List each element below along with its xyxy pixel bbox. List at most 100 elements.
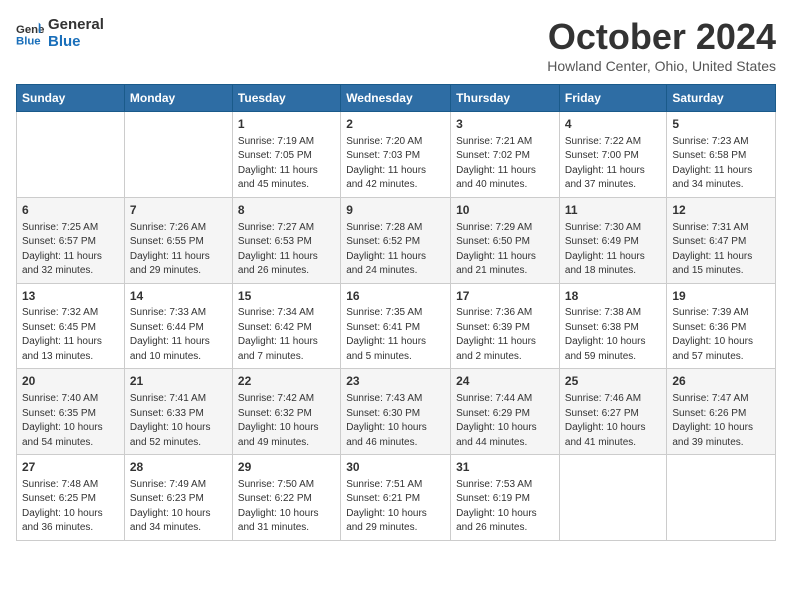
logo-general: General (48, 16, 104, 33)
col-header-friday: Friday (559, 85, 666, 112)
day-number: 28 (130, 459, 227, 476)
title-area: October 2024 Howland Center, Ohio, Unite… (547, 16, 776, 74)
day-number: 16 (346, 288, 445, 305)
cell-content: Sunrise: 7:53 AM Sunset: 6:19 PM Dayligh… (456, 478, 554, 536)
col-header-saturday: Saturday (667, 85, 776, 112)
cell-content: Sunrise: 7:51 AM Sunset: 6:21 PM Dayligh… (346, 478, 445, 536)
day-number: 8 (238, 202, 335, 219)
cell-content: Sunrise: 7:20 AM Sunset: 7:03 PM Dayligh… (346, 135, 445, 193)
day-number: 30 (346, 459, 445, 476)
cell-content: Sunrise: 7:49 AM Sunset: 6:23 PM Dayligh… (130, 478, 227, 536)
col-header-monday: Monday (124, 85, 232, 112)
calendar-cell: 2 Sunrise: 7:20 AM Sunset: 7:03 PM Daylig… (341, 112, 451, 198)
calendar-cell (667, 455, 776, 541)
cell-content: Sunrise: 7:27 AM Sunset: 6:53 PM Dayligh… (238, 221, 335, 279)
calendar-cell (17, 112, 125, 198)
calendar-cell: 26Sunrise: 7:47 AM Sunset: 6:26 PM Dayli… (667, 369, 776, 455)
calendar-cell: 19Sunrise: 7:39 AM Sunset: 6:36 PM Dayli… (667, 283, 776, 369)
calendar-cell: 24Sunrise: 7:44 AM Sunset: 6:29 PM Dayli… (451, 369, 560, 455)
cell-content: Sunrise: 7:34 AM Sunset: 6:42 PM Dayligh… (238, 306, 335, 364)
location-title: Howland Center, Ohio, United States (547, 58, 776, 74)
day-number: 18 (565, 288, 661, 305)
calendar-week-5: 27 Sunrise: 7:48 AM Sunset: 6:25 PM Dayli… (17, 455, 776, 541)
day-number: 1 (238, 116, 335, 133)
logo: General Blue General Blue (16, 16, 104, 50)
cell-content: Sunrise: 7:29 AM Sunset: 6:50 PM Dayligh… (456, 221, 554, 279)
calendar-week-2: 6 Sunrise: 7:25 AM Sunset: 6:57 PM Daylig… (17, 197, 776, 283)
cell-content: Sunrise: 7:35 AM Sunset: 6:41 PM Dayligh… (346, 306, 445, 364)
calendar-header-row: SundayMondayTuesdayWednesdayThursdayFrid… (17, 85, 776, 112)
cell-content: Sunrise: 7:23 AM Sunset: 6:58 PM Dayligh… (672, 135, 770, 193)
calendar-cell (124, 112, 232, 198)
day-number: 2 (346, 116, 445, 133)
calendar-cell: 23 Sunrise: 7:43 AM Sunset: 6:30 PM Dayli… (341, 369, 451, 455)
calendar-cell (559, 455, 666, 541)
cell-content: Sunrise: 7:43 AM Sunset: 6:30 PM Dayligh… (346, 392, 445, 450)
calendar-cell: 15Sunrise: 7:34 AM Sunset: 6:42 PM Dayli… (232, 283, 340, 369)
calendar-cell: 10 Sunrise: 7:29 AM Sunset: 6:50 PM Dayli… (451, 197, 560, 283)
cell-content: Sunrise: 7:41 AM Sunset: 6:33 PM Dayligh… (130, 392, 227, 450)
calendar-week-4: 20 Sunrise: 7:40 AM Sunset: 6:35 PM Dayli… (17, 369, 776, 455)
month-title: October 2024 (547, 16, 776, 58)
calendar-cell: 5 Sunrise: 7:23 AM Sunset: 6:58 PM Daylig… (667, 112, 776, 198)
col-header-sunday: Sunday (17, 85, 125, 112)
calendar-cell: 3Sunrise: 7:21 AM Sunset: 7:02 PM Daylig… (451, 112, 560, 198)
cell-content: Sunrise: 7:36 AM Sunset: 6:39 PM Dayligh… (456, 306, 554, 364)
cell-content: Sunrise: 7:40 AM Sunset: 6:35 PM Dayligh… (22, 392, 119, 450)
calendar-cell: 22Sunrise: 7:42 AM Sunset: 6:32 PM Dayli… (232, 369, 340, 455)
day-number: 10 (456, 202, 554, 219)
cell-content: Sunrise: 7:22 AM Sunset: 7:00 PM Dayligh… (565, 135, 661, 193)
cell-content: Sunrise: 7:26 AM Sunset: 6:55 PM Dayligh… (130, 221, 227, 279)
cell-content: Sunrise: 7:32 AM Sunset: 6:45 PM Dayligh… (22, 306, 119, 364)
calendar-week-3: 13Sunrise: 7:32 AM Sunset: 6:45 PM Dayli… (17, 283, 776, 369)
day-number: 3 (456, 116, 554, 133)
cell-content: Sunrise: 7:31 AM Sunset: 6:47 PM Dayligh… (672, 221, 770, 279)
cell-content: Sunrise: 7:33 AM Sunset: 6:44 PM Dayligh… (130, 306, 227, 364)
calendar-cell: 6 Sunrise: 7:25 AM Sunset: 6:57 PM Daylig… (17, 197, 125, 283)
day-number: 14 (130, 288, 227, 305)
day-number: 6 (22, 202, 119, 219)
calendar-cell: 9 Sunrise: 7:28 AM Sunset: 6:52 PM Daylig… (341, 197, 451, 283)
cell-content: Sunrise: 7:28 AM Sunset: 6:52 PM Dayligh… (346, 221, 445, 279)
cell-content: Sunrise: 7:19 AM Sunset: 7:05 PM Dayligh… (238, 135, 335, 193)
col-header-thursday: Thursday (451, 85, 560, 112)
day-number: 21 (130, 373, 227, 390)
calendar-cell: 29Sunrise: 7:50 AM Sunset: 6:22 PM Dayli… (232, 455, 340, 541)
calendar-cell: 25Sunrise: 7:46 AM Sunset: 6:27 PM Dayli… (559, 369, 666, 455)
calendar-cell: 31Sunrise: 7:53 AM Sunset: 6:19 PM Dayli… (451, 455, 560, 541)
calendar-week-1: 1 Sunrise: 7:19 AM Sunset: 7:05 PM Daylig… (17, 112, 776, 198)
calendar-cell: 4 Sunrise: 7:22 AM Sunset: 7:00 PM Daylig… (559, 112, 666, 198)
day-number: 9 (346, 202, 445, 219)
day-number: 13 (22, 288, 119, 305)
page-header: General Blue General Blue October 2024 H… (16, 16, 776, 74)
cell-content: Sunrise: 7:46 AM Sunset: 6:27 PM Dayligh… (565, 392, 661, 450)
day-number: 7 (130, 202, 227, 219)
day-number: 17 (456, 288, 554, 305)
calendar-cell: 28 Sunrise: 7:49 AM Sunset: 6:23 PM Dayli… (124, 455, 232, 541)
calendar-cell: 18Sunrise: 7:38 AM Sunset: 6:38 PM Dayli… (559, 283, 666, 369)
day-number: 5 (672, 116, 770, 133)
calendar-cell: 21 Sunrise: 7:41 AM Sunset: 6:33 PM Dayli… (124, 369, 232, 455)
day-number: 29 (238, 459, 335, 476)
calendar-cell: 13Sunrise: 7:32 AM Sunset: 6:45 PM Dayli… (17, 283, 125, 369)
day-number: 24 (456, 373, 554, 390)
calendar-cell: 17Sunrise: 7:36 AM Sunset: 6:39 PM Dayli… (451, 283, 560, 369)
cell-content: Sunrise: 7:38 AM Sunset: 6:38 PM Dayligh… (565, 306, 661, 364)
day-number: 15 (238, 288, 335, 305)
svg-text:Blue: Blue (16, 35, 41, 47)
cell-content: Sunrise: 7:25 AM Sunset: 6:57 PM Dayligh… (22, 221, 119, 279)
cell-content: Sunrise: 7:39 AM Sunset: 6:36 PM Dayligh… (672, 306, 770, 364)
day-number: 26 (672, 373, 770, 390)
calendar-cell: 11Sunrise: 7:30 AM Sunset: 6:49 PM Dayli… (559, 197, 666, 283)
day-number: 20 (22, 373, 119, 390)
col-header-tuesday: Tuesday (232, 85, 340, 112)
cell-content: Sunrise: 7:48 AM Sunset: 6:25 PM Dayligh… (22, 478, 119, 536)
day-number: 27 (22, 459, 119, 476)
col-header-wednesday: Wednesday (341, 85, 451, 112)
calendar-cell: 16Sunrise: 7:35 AM Sunset: 6:41 PM Dayli… (341, 283, 451, 369)
calendar-cell: 1 Sunrise: 7:19 AM Sunset: 7:05 PM Daylig… (232, 112, 340, 198)
calendar-cell: 27 Sunrise: 7:48 AM Sunset: 6:25 PM Dayli… (17, 455, 125, 541)
calendar-cell: 20 Sunrise: 7:40 AM Sunset: 6:35 PM Dayli… (17, 369, 125, 455)
day-number: 23 (346, 373, 445, 390)
day-number: 4 (565, 116, 661, 133)
